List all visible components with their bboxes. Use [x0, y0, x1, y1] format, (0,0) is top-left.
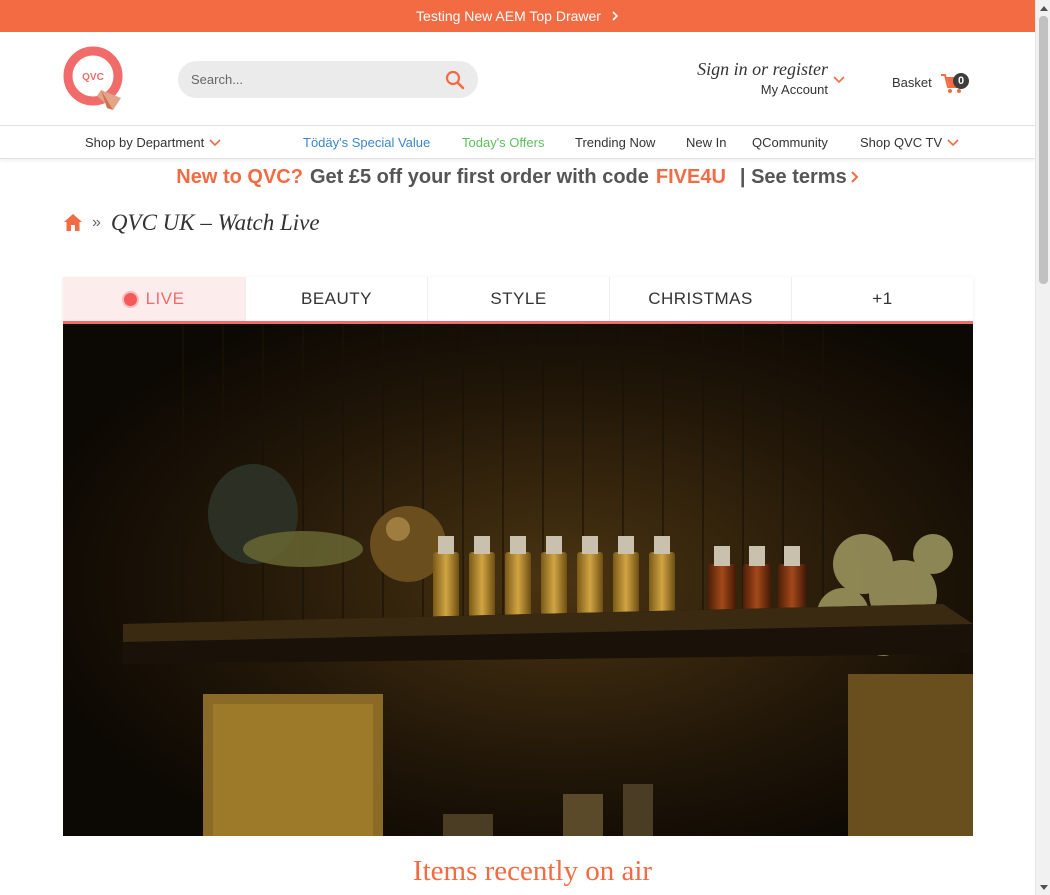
nav-todays-offers[interactable]: Today's Offers	[462, 135, 544, 150]
live-dot-icon	[123, 292, 137, 306]
chevron-down-icon	[947, 138, 959, 147]
promo-banner[interactable]: New to QVC? Get £5 off your first order …	[0, 163, 1035, 191]
basket-count-badge: 0	[953, 73, 969, 89]
search-input[interactable]	[178, 61, 438, 98]
home-icon[interactable]	[63, 213, 83, 233]
promo-message: Get £5 off your first order with code	[309, 165, 649, 188]
main-nav: Shop by Department Tödäy's Special Value…	[0, 126, 1035, 159]
scrollbar-thumb[interactable]	[1039, 16, 1048, 284]
nav-shop-qvc-tv[interactable]: Shop QVC TV	[860, 135, 959, 150]
tab-style-label[interactable]: STYLE	[490, 289, 546, 309]
tab-plus-one[interactable]: +1	[792, 277, 973, 321]
nav-shop-qvc-tv-label[interactable]: Shop QVC TV	[860, 135, 942, 150]
qvc-logo[interactable]: QVC	[63, 46, 125, 110]
nav-shop-by-department[interactable]: Shop by Department	[85, 135, 221, 150]
sign-in-link[interactable]: Sign in or register	[697, 59, 828, 80]
tab-beauty[interactable]: BEAUTY	[246, 277, 428, 321]
chevron-down-icon	[209, 138, 221, 147]
tab-live-label[interactable]: LIVE	[146, 289, 185, 309]
channel-tabs: LIVE BEAUTY STYLE CHRISTMAS +1	[63, 277, 973, 324]
my-account-link[interactable]: My Account	[761, 82, 828, 97]
nav-trending-now[interactable]: Trending Now	[575, 135, 655, 150]
tab-beauty-label[interactable]: BEAUTY	[301, 289, 372, 309]
chevron-down-icon[interactable]	[833, 71, 845, 89]
video-frame-image	[63, 324, 973, 836]
tab-plus-one-label[interactable]: +1	[872, 289, 892, 309]
breadcrumb: » QVC UK – Watch Live	[63, 208, 320, 238]
nav-new-in[interactable]: New In	[686, 135, 726, 150]
chevron-right-icon	[850, 170, 859, 184]
nav-qcommunity[interactable]: QCommunity	[752, 135, 828, 150]
nav-shop-by-department-label[interactable]: Shop by Department	[85, 135, 204, 150]
promo-lead: New to QVC?	[176, 165, 303, 188]
top-banner-text[interactable]: Testing New AEM Top Drawer	[416, 8, 601, 24]
tab-christmas[interactable]: CHRISTMAS	[610, 277, 792, 321]
tab-style[interactable]: STYLE	[428, 277, 610, 321]
live-video-player[interactable]	[63, 324, 973, 836]
page-title: QVC UK – Watch Live	[110, 210, 320, 235]
account-menu[interactable]: Sign in or register My Account	[660, 57, 850, 101]
promo-code: FIVE4U	[655, 165, 726, 188]
top-banner[interactable]: Testing New AEM Top Drawer	[0, 0, 1035, 32]
nav-todays-special-value[interactable]: Tödäy's Special Value	[303, 135, 430, 150]
search-bar	[178, 61, 478, 98]
breadcrumb-separator: »	[92, 214, 101, 231]
basket-label[interactable]: Basket	[892, 75, 932, 90]
logo-text: QVC	[82, 72, 104, 83]
search-icon[interactable]	[444, 69, 466, 91]
recently-on-air-heading: Items recently on air	[412, 855, 653, 887]
page: Testing New AEM Top Drawer QVC Sign in o…	[0, 0, 1035, 895]
vertical-scrollbar[interactable]	[1035, 0, 1050, 895]
scroll-up-arrow-icon[interactable]	[1036, 0, 1050, 15]
see-terms-link[interactable]: | See terms	[740, 166, 847, 189]
site-header: QVC Sign in or register My Account Baske…	[0, 32, 1035, 126]
basket-button[interactable]: Basket 0	[892, 70, 972, 100]
scroll-down-arrow-icon[interactable]	[1036, 880, 1050, 895]
tab-live[interactable]: LIVE	[63, 277, 246, 321]
tab-christmas-label[interactable]: CHRISTMAS	[648, 289, 753, 309]
chevron-right-icon	[611, 11, 619, 21]
